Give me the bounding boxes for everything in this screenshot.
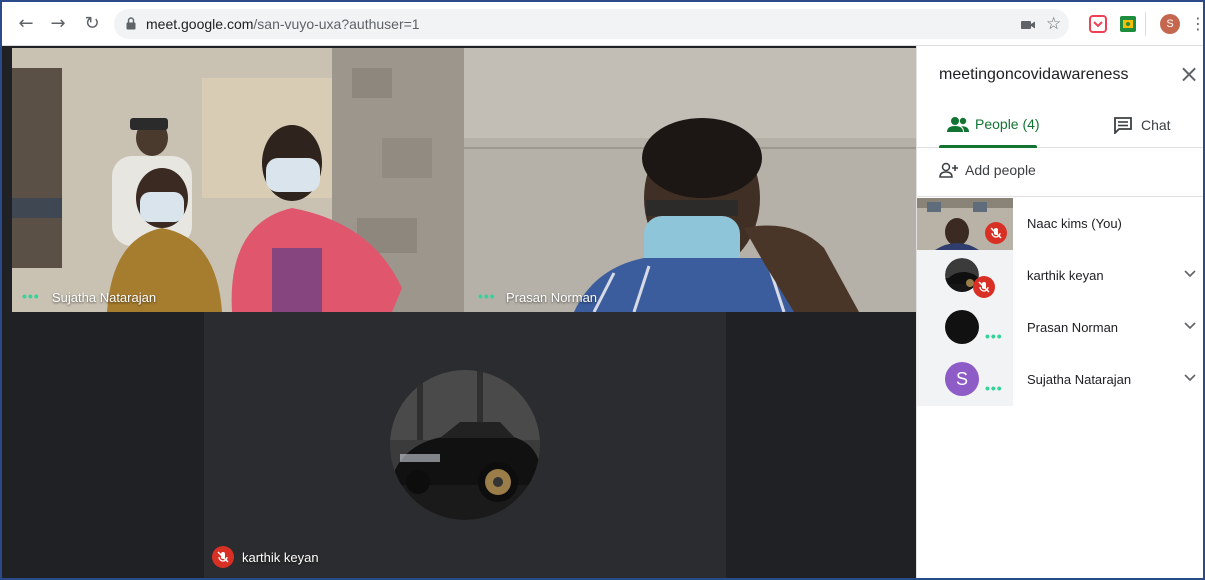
participant-row[interactable]: Naac kims (You) [917, 198, 1203, 250]
camera-icon[interactable] [1018, 15, 1038, 35]
toolbar-divider [1145, 12, 1146, 36]
chevron-down-icon[interactable] [1183, 318, 1197, 332]
mic-off-icon [985, 222, 1007, 244]
tab-chat-label: Chat [1141, 117, 1171, 133]
back-icon[interactable]: ← [14, 12, 38, 36]
url-path: /san-vuyo-uxa?authuser=1 [253, 16, 420, 32]
close-icon[interactable]: × [1179, 62, 1199, 86]
star-icon[interactable]: ☆ [1046, 14, 1066, 34]
add-person-icon [939, 162, 958, 178]
video-tile-karthik[interactable]: karthik keyan [204, 312, 726, 578]
participant-row[interactable]: ••• Prasan Norman [917, 302, 1203, 354]
participant-row[interactable]: S ••• Sujatha Natarajan [917, 354, 1203, 406]
tile-name-label: Sujatha Natarajan [52, 290, 157, 305]
video-tile-prasan[interactable]: ••• Prasan Norman [464, 48, 916, 312]
video-feed-man [464, 48, 916, 312]
active-tab-indicator [939, 145, 1037, 148]
browser-toolbar: ← → ↻ meet.google.com/san-vuyo-uxa?authu… [2, 2, 1203, 46]
forward-icon[interactable]: → [46, 12, 70, 36]
menu-dots-icon[interactable]: ⋮ [1190, 14, 1203, 34]
tile-name-label: karthik keyan [242, 550, 319, 565]
video-tile-sujatha[interactable]: ••• Sujatha Natarajan [12, 48, 464, 312]
participant-name: Naac kims (You) [1027, 216, 1122, 231]
add-people-label: Add people [965, 162, 1036, 178]
add-people-button[interactable]: Add people [939, 162, 1036, 178]
divider [917, 196, 1203, 197]
reload-icon[interactable]: ↻ [80, 12, 104, 36]
chat-icon [1114, 117, 1132, 136]
profile-avatar[interactable]: S [1160, 14, 1180, 34]
tile-name-label: Prasan Norman [506, 290, 598, 305]
audio-indicator-icon: ••• [478, 288, 496, 304]
participant-row[interactable]: karthik keyan [917, 250, 1203, 302]
url-text: meet.google.com/san-vuyo-uxa?authuser=1 [146, 16, 420, 32]
participant-name: karthik keyan [1027, 268, 1104, 283]
panel-tabs: People (4) Chat [917, 104, 1203, 148]
pocket-extension-icon[interactable] [1088, 14, 1108, 34]
avatar: S [945, 362, 979, 396]
address-bar[interactable]: meet.google.com/san-vuyo-uxa?authuser=1 [114, 9, 1069, 39]
meet-extension-icon[interactable] [1118, 14, 1138, 34]
avatar-car-image [390, 370, 540, 520]
mic-off-icon [973, 276, 995, 298]
mic-off-icon [212, 546, 234, 568]
people-icon [947, 117, 969, 132]
lock-icon [126, 17, 136, 30]
url-host: meet.google.com [146, 16, 254, 32]
people-panel: meetingoncovidawareness × People (4) Cha… [916, 46, 1203, 578]
browser-window: ← → ↻ meet.google.com/san-vuyo-uxa?authu… [0, 0, 1205, 580]
video-stage: ••• Sujatha Natarajan ••• Prasan Norman … [2, 46, 916, 578]
video-feed-room [12, 48, 464, 312]
audio-indicator-icon: ••• [985, 380, 1003, 396]
avatar [945, 310, 979, 344]
audio-indicator-icon: ••• [22, 288, 40, 304]
tab-chat[interactable]: Chat [1113, 116, 1171, 136]
participant-name: Prasan Norman [1027, 320, 1119, 335]
tab-people-label: People (4) [975, 116, 1040, 132]
chevron-down-icon[interactable] [1183, 266, 1197, 280]
participant-name: Sujatha Natarajan [1027, 372, 1132, 387]
tab-people[interactable]: People (4) [947, 116, 1040, 132]
meeting-title: meetingoncovidawareness [939, 66, 1129, 83]
audio-indicator-icon: ••• [985, 328, 1003, 344]
chevron-down-icon[interactable] [1183, 370, 1197, 384]
